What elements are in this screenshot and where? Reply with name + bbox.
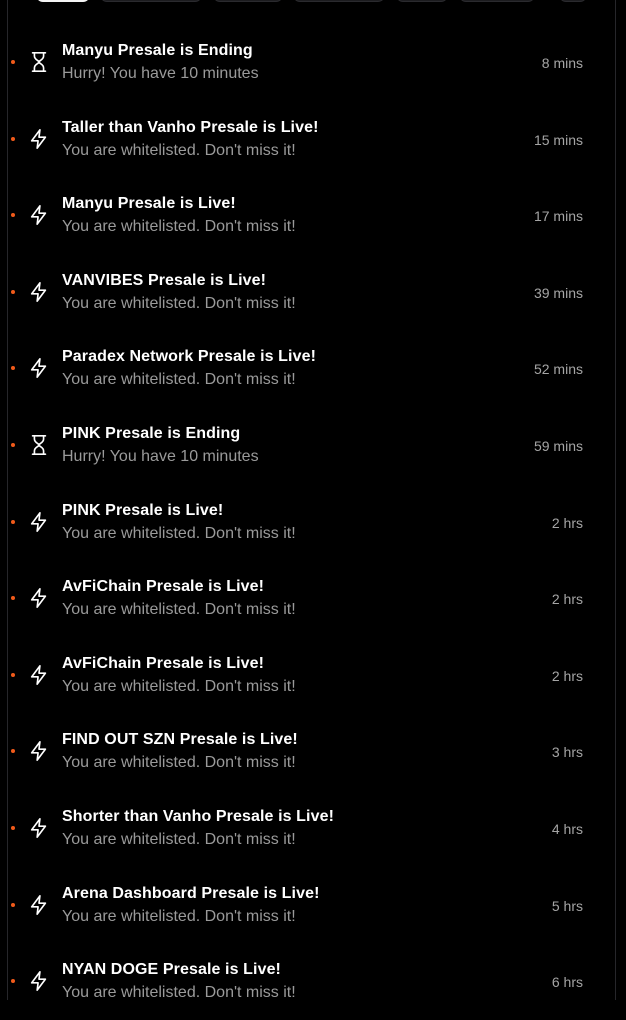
lightning-icon <box>28 281 50 303</box>
notification-title: Shorter than Vanho Presale is Live! <box>62 807 335 825</box>
notification-item[interactable]: Shorter than Vanho Presale is Live! You a… <box>0 790 609 867</box>
notification-time: 5 hrs <box>551 897 583 914</box>
unread-dot <box>11 60 15 64</box>
notification-item[interactable]: NYAN DOGE Presale is Live! You are whitel… <box>0 943 609 1020</box>
notification-time: 17 mins <box>533 208 583 225</box>
notification-subtitle: You are whitelisted. Don't miss it! <box>62 218 296 236</box>
lightning-icon <box>28 740 50 762</box>
unread-dot <box>11 825 15 830</box>
notification-title: Arena Dashboard Presale is Live! <box>62 884 320 902</box>
notification-time: 15 mins <box>533 131 583 148</box>
notification-title: Manyu Presale is Live! <box>62 195 236 213</box>
filter-tab-5[interactable] <box>396 0 448 2</box>
unread-dot <box>11 749 15 754</box>
notification-item[interactable]: AvFiChain Presale is Live! You are whitel… <box>0 560 609 637</box>
notification-time: 3 hrs <box>551 744 583 761</box>
filter-tab-4[interactable] <box>293 0 385 2</box>
notification-title: FIND OUT SZN Presale is Live! <box>62 731 298 749</box>
notification-time: 59 mins <box>533 437 583 454</box>
notification-subtitle: You are whitelisted. Don't miss it! <box>62 524 296 542</box>
notification-subtitle: You are whitelisted. Don't miss it! <box>62 141 296 159</box>
notification-subtitle: You are whitelisted. Don't miss it! <box>62 830 296 848</box>
unread-dot <box>11 442 15 447</box>
notification-item[interactable]: Taller than Vanho Presale is Live! You ar… <box>0 101 609 178</box>
notification-title: Manyu Presale is Ending <box>62 42 253 59</box>
notification-subtitle: You are whitelisted. Don't miss it! <box>62 677 296 695</box>
lightning-icon <box>28 817 50 839</box>
unread-dot <box>11 596 15 601</box>
notification-time: 4 hrs <box>551 820 583 837</box>
notification-time: 2 hrs <box>551 591 583 608</box>
notification-title: Taller than Vanho Presale is Live! <box>62 118 319 136</box>
notification-subtitle: You are whitelisted. Don't miss it! <box>62 984 296 1002</box>
filter-tab-6[interactable] <box>459 0 535 2</box>
unread-dot <box>11 213 15 218</box>
notification-time: 52 mins <box>533 361 583 378</box>
unread-dot <box>11 672 15 677</box>
filter-tab-1[interactable] <box>36 0 90 2</box>
notification-time: 39 mins <box>533 284 583 301</box>
filter-tab-3[interactable] <box>213 0 283 2</box>
lightning-icon <box>28 204 50 226</box>
notification-time: 2 hrs <box>551 514 583 531</box>
notification-time: 8 mins <box>541 55 583 71</box>
notification-item[interactable]: PINK Presale is Ending Hurry! You have 10… <box>0 407 609 484</box>
notification-title: AvFiChain Presale is Live! <box>62 578 265 596</box>
notification-subtitle: You are whitelisted. Don't miss it! <box>62 601 296 619</box>
notification-subtitle: You are whitelisted. Don't miss it! <box>62 371 296 389</box>
hourglass-icon <box>28 434 50 456</box>
notification-item[interactable]: FIND OUT SZN Presale is Live! You are whi… <box>0 713 609 790</box>
notification-subtitle: Hurry! You have 10 minutes <box>62 447 259 465</box>
unread-dot <box>11 289 15 294</box>
lightning-icon <box>28 664 50 686</box>
notification-time: 2 hrs <box>551 667 583 684</box>
unread-dot <box>11 902 15 907</box>
lightning-icon <box>28 894 50 916</box>
notification-item[interactable]: AvFiChain Presale is Live! You are whitel… <box>0 637 609 714</box>
unread-dot <box>11 979 15 984</box>
lightning-icon <box>28 128 50 150</box>
notification-title: PINK Presale is Ending <box>62 424 241 442</box>
notification-subtitle: You are whitelisted. Don't miss it! <box>62 754 296 772</box>
notification-item[interactable]: VANVIBES Presale is Live! You are whiteli… <box>0 254 609 331</box>
lightning-icon <box>28 587 50 609</box>
notification-item[interactable]: Arena Dashboard Presale is Live! You are … <box>0 867 609 944</box>
notification-item[interactable]: Manyu Presale is Ending Hurry! You have 1… <box>0 24 609 101</box>
notification-title: NYAN DOGE Presale is Live! <box>62 961 281 979</box>
notification-subtitle: Hurry! You have 10 minutes <box>62 65 259 82</box>
unread-dot <box>11 136 15 141</box>
notification-item[interactable]: Paradex Network Presale is Live! You are … <box>0 330 609 407</box>
notification-subtitle: You are whitelisted. Don't miss it! <box>62 907 296 925</box>
notification-subtitle: You are whitelisted. Don't miss it! <box>62 294 296 312</box>
unread-dot <box>11 366 15 371</box>
notification-item[interactable]: Manyu Presale is Live! You are whiteliste… <box>0 177 609 254</box>
hourglass-icon <box>28 51 50 73</box>
unread-dot <box>11 519 15 524</box>
notification-title: VANVIBES Presale is Live! <box>62 271 267 289</box>
lightning-icon <box>28 511 50 533</box>
lightning-icon <box>28 357 50 379</box>
notification-title: Paradex Network Presale is Live! <box>62 348 316 366</box>
notification-title: PINK Presale is Live! <box>62 501 224 519</box>
notification-title: AvFiChain Presale is Live! <box>62 654 265 672</box>
notification-item[interactable]: PINK Presale is Live! You are whitelisted… <box>0 484 609 561</box>
notification-list: Manyu Presale is Ending Hurry! You have 1… <box>0 24 609 1020</box>
notification-time: 6 hrs <box>551 974 583 991</box>
filter-tab-2[interactable] <box>100 0 202 2</box>
